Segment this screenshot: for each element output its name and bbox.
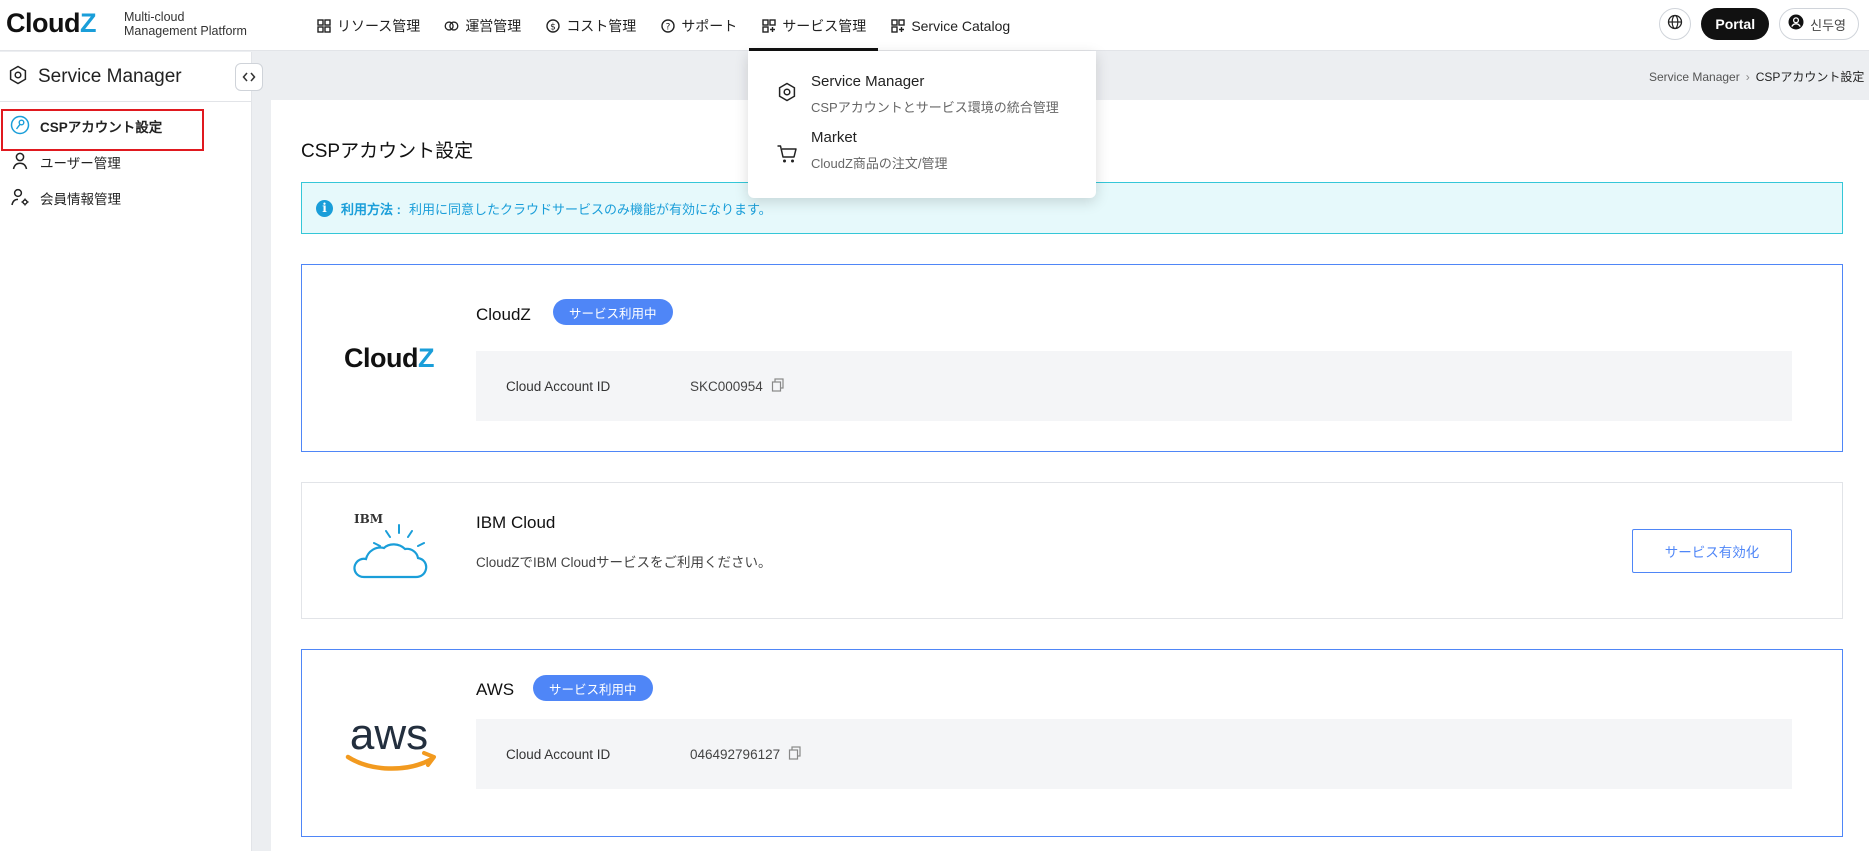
nav-support[interactable]: ? サポート [648,0,749,51]
copy-icon[interactable] [771,377,785,395]
breadcrumb-root[interactable]: Service Manager [1649,70,1740,84]
sidebar-item-member-info[interactable]: 会員情報管理 [0,180,251,216]
user-name: 신두영 [1810,18,1846,34]
account-id-value: SKC000954 [690,377,785,395]
ibm-cloud-logo: IBM [302,483,476,618]
account-id-value: 046492796127 [690,745,802,763]
platform-tagline: Multi-cloud Management Platform [124,10,247,38]
account-id-text: 046492796127 [690,746,781,762]
nav-label: Service Catalog [911,17,1011,34]
sidebar-item-label: ユーザー管理 [40,156,121,171]
info-label: 利用方法 : [341,201,401,217]
globe-icon [1667,14,1683,34]
svg-text:$: $ [550,22,556,32]
csp-card-cloudz: CloudZ CloudZ サービス利用中 Cloud Account ID S… [301,264,1843,452]
csp-card-aws: aws AWS サービス利用中 Cloud Account ID 0464927… [301,649,1843,837]
nav-label: 運営管理 [465,17,522,34]
nav-resource[interactable]: リソース管理 [304,0,432,51]
hexagon-gear-icon [8,65,28,89]
service-dropdown-menu: Service Manager CSPアカウントとサービス環境の統合管理 Mar… [748,51,1096,198]
grid-plus-icon [761,18,776,33]
user-menu-button[interactable]: 신두영 [1779,8,1859,40]
cloudz-logo[interactable]: CloudZ [6,8,96,39]
breadcrumb-current: CSPアカウント設定 [1755,70,1865,84]
nav-service[interactable]: サービス管理 [749,0,879,51]
dropdown-item-title: Service Manager [811,73,925,90]
status-badge: サービス利用中 [533,675,653,701]
nav-label: サポート [681,17,738,34]
cloudz-card-logo: CloudZ [344,342,434,373]
svg-text:IBM: IBM [354,512,383,526]
breadcrumb-separator-icon: › [1745,70,1750,84]
dollar-circle-icon: $ [545,18,560,33]
account-id-box: Cloud Account ID 046492796127 [476,719,1792,789]
copy-icon[interactable] [788,745,802,763]
help-circle-icon: ? [660,18,675,33]
person-icon [10,151,30,174]
enable-service-button[interactable]: サービス有効化 [1632,529,1792,573]
sidebar-item-csp-account[interactable]: CSPアカウント設定 [0,108,251,144]
card-name: AWS [476,680,515,699]
csp-card-ibm: IBM IBM Cloud CloudZでIBM Cloudサービスをご利用くだ… [301,482,1843,619]
info-text: 利用に同意したクラウドサービスのみ機能が有効になります。 [408,201,772,217]
key-circle-icon [10,115,30,138]
card-description: CloudZでIBM Cloudサービスをご利用ください。 [476,555,772,570]
sidebar-item-user-management[interactable]: ユーザー管理 [0,144,251,180]
portal-button[interactable]: Portal [1701,8,1770,40]
user-avatar-icon [1788,14,1804,34]
aws-logo: aws [302,650,476,836]
person-gear-icon [10,187,30,210]
sidebar-collapse-button[interactable] [235,63,263,91]
sidebar-item-label: 会員情報管理 [40,192,121,207]
language-button[interactable] [1659,8,1692,40]
nav-operation[interactable]: 運営管理 [432,0,533,51]
dropdown-item-title: Market [811,129,857,146]
page-title: CSPアカウント設定 [301,141,474,162]
svg-text:?: ? [665,22,670,32]
main-nav: リソース管理 運営管理 $ コスト管理 ? サポート サービス管理 Servic… [304,0,1022,51]
grid-plus-icon [890,18,905,33]
card-name: CloudZ [476,305,531,324]
sidebar-menu: CSPアカウント設定 ユーザー管理 会員情報管理 [0,102,251,216]
sidebar-title: Service Manager [38,65,182,87]
sidebar: Service Manager CSPアカウント設定 ユーザー管理 会員情報管理 [0,52,263,851]
grid-icon [316,18,331,33]
cart-icon [776,143,798,165]
status-badge: サービス利用中 [553,299,673,325]
nav-cost[interactable]: $ コスト管理 [533,0,648,51]
link-rings-icon [444,18,459,33]
card-name: IBM Cloud [476,513,556,532]
dropdown-item-market[interactable]: Market CloudZ商品の注文/管理 [748,123,1096,185]
account-id-text: SKC000954 [690,378,763,394]
account-id-label: Cloud Account ID [506,746,611,762]
nav-label: サービス管理 [782,17,867,34]
header-actions: Portal 신두영 [1659,8,1859,40]
nav-service-catalog[interactable]: Service Catalog [878,0,1022,51]
top-bar: CloudZ Multi-cloud Management Platform リ… [0,0,1869,51]
breadcrumb: Service Manager › CSPアカウント設定 [1649,68,1869,85]
nav-label: リソース管理 [337,17,421,34]
dropdown-item-subtitle: CSPアカウントとサービス環境の統合管理 [811,100,1059,115]
code-brackets-icon [242,68,256,87]
account-id-box: Cloud Account ID SKC000954 [476,351,1792,421]
dropdown-item-service-manager[interactable]: Service Manager CSPアカウントとサービス環境の統合管理 [748,59,1096,121]
main-content: CSPアカウント設定 i 利用方法 : 利用に同意したクラウドサービスのみ機能が… [271,100,1869,851]
hexagon-gear-icon [776,81,798,103]
sidebar-item-label: CSPアカウント設定 [40,120,163,135]
sidebar-header: Service Manager [0,52,251,102]
account-id-label: Cloud Account ID [506,378,611,394]
svg-text:aws: aws [350,710,428,759]
nav-label: コスト管理 [566,17,637,34]
dropdown-item-subtitle: CloudZ商品の注文/管理 [811,156,948,171]
info-icon: i [316,199,333,217]
